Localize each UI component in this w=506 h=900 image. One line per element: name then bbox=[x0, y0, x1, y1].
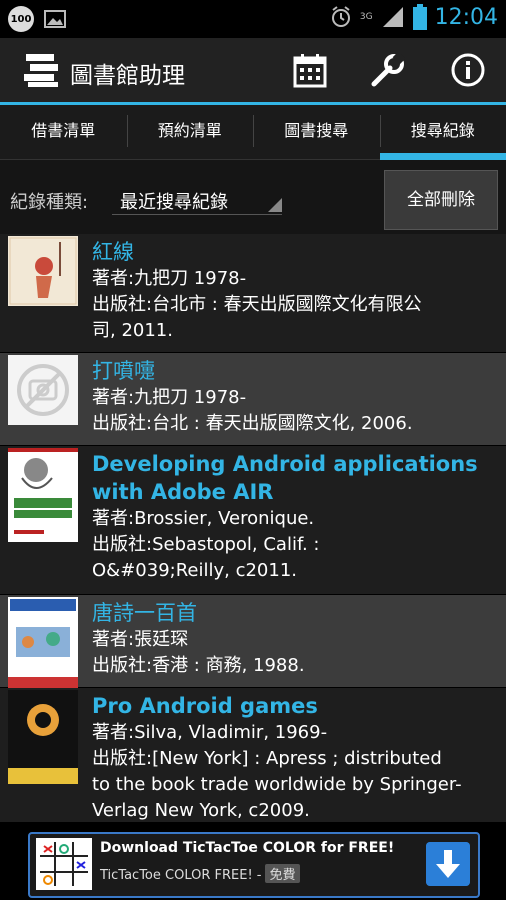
ad-banner[interactable]: Download TicTacToe COLOR for FREE! TicTa… bbox=[0, 822, 506, 900]
tictactoe-ad-icon bbox=[36, 838, 92, 890]
book-cover-image bbox=[8, 690, 78, 784]
list-item[interactable]: Developing Android applications with Ado… bbox=[0, 446, 506, 595]
book-title: Developing Android applications bbox=[92, 452, 478, 476]
tab-borrow-list[interactable]: 借書清單 bbox=[0, 105, 127, 159]
image-notification-icon bbox=[44, 10, 66, 28]
record-type-spinner[interactable]: 最近搜尋紀錄 bbox=[112, 182, 282, 215]
spinner-selected: 最近搜尋紀錄 bbox=[120, 192, 228, 213]
book-title: 紅線 bbox=[92, 240, 134, 264]
battery-100-badge: 100 bbox=[8, 6, 34, 32]
calendar-icon[interactable] bbox=[292, 52, 328, 88]
filter-bar: 紀錄種類: 最近搜尋紀錄 全部刪除 bbox=[0, 160, 506, 234]
app-title: 圖書館助理 bbox=[70, 63, 185, 89]
book-author: 著者:張廷琛 bbox=[92, 629, 189, 650]
book-author: 著者:Brossier, Veronique. bbox=[92, 508, 315, 529]
info-icon[interactable] bbox=[450, 52, 486, 88]
book-title: 打噴嚏 bbox=[92, 359, 155, 383]
spinner-arrow-icon bbox=[268, 198, 282, 212]
record-type-label: 紀錄種類: bbox=[10, 192, 89, 213]
list-item[interactable]: Pro Android games 著者:Silva, Vladimir, 19… bbox=[0, 688, 506, 822]
book-cover-image bbox=[8, 597, 78, 691]
no-cover-placeholder-icon bbox=[8, 355, 78, 425]
tab-reserve-list[interactable]: 預約清單 bbox=[126, 105, 254, 159]
book-publisher-cont: to the book trade worldwide by Springer- bbox=[92, 774, 462, 795]
book-publisher: 出版社:台北 : 春天出版國際文化, 2006. bbox=[92, 413, 413, 434]
alarm-icon bbox=[331, 6, 350, 27]
book-title: 唐詩一百首 bbox=[92, 601, 197, 625]
search-history-list: 紅線 著者:九把刀 1978- 出版社:台北市 : 春天出版國際文化有限公 司,… bbox=[0, 234, 506, 822]
list-item[interactable]: 打噴嚏 著者:九把刀 1978- 出版社:台北 : 春天出版國際文化, 2006… bbox=[0, 353, 506, 446]
book-publisher: 出版社:香港 : 商務, 1988. bbox=[92, 655, 305, 676]
tab-search-history[interactable]: 搜尋紀錄 bbox=[379, 105, 506, 160]
ad-subline: TicTacToe COLOR FREE! - 免費 bbox=[100, 864, 300, 883]
list-item[interactable]: 紅線 著者:九把刀 1978- 出版社:台北市 : 春天出版國際文化有限公 司,… bbox=[0, 234, 506, 353]
books-logo-icon[interactable] bbox=[22, 50, 62, 88]
status-bar: 100 3G 12:04 bbox=[0, 0, 506, 38]
book-author: 著者:九把刀 1978- bbox=[92, 268, 247, 289]
clock: 12:04 bbox=[434, 4, 498, 30]
book-publisher-cont: 司, 2011. bbox=[92, 320, 173, 341]
tab-bar: 借書清單 預約清單 圖書搜尋 搜尋紀錄 bbox=[0, 105, 506, 160]
book-title: Pro Android games bbox=[92, 694, 318, 718]
action-bar: 圖書館助理 bbox=[0, 38, 506, 105]
network-label: 3G bbox=[359, 12, 373, 22]
free-tag: 免費 bbox=[265, 864, 300, 883]
signal-icon bbox=[382, 7, 403, 27]
battery-icon bbox=[412, 4, 427, 30]
book-cover-image bbox=[8, 448, 78, 542]
book-publisher: 出版社:Sebastopol, Calif. : bbox=[92, 534, 320, 555]
book-author: 著者:Silva, Vladimir, 1969- bbox=[92, 722, 328, 743]
book-publisher-cont: O&#039;Reilly, c2011. bbox=[92, 560, 298, 581]
delete-all-button[interactable]: 全部刪除 bbox=[384, 170, 498, 230]
book-publisher-cont: Verlag New York, c2009. bbox=[92, 800, 310, 821]
book-publisher: 出版社:台北市 : 春天出版國際文化有限公 bbox=[92, 294, 422, 315]
download-arrow-icon[interactable] bbox=[426, 842, 470, 886]
tab-book-search[interactable]: 圖書搜尋 bbox=[253, 105, 380, 159]
ad-headline: Download TicTacToe COLOR for FREE! bbox=[100, 840, 395, 856]
book-cover-image bbox=[8, 236, 78, 306]
wrench-icon[interactable] bbox=[370, 52, 406, 88]
ad-subline-text: TicTacToe COLOR FREE! - bbox=[100, 868, 262, 883]
ad-box[interactable]: Download TicTacToe COLOR for FREE! TicTa… bbox=[28, 832, 480, 898]
book-publisher: 出版社:[New York] : Apress ; distributed bbox=[92, 748, 442, 769]
book-title-cont: with Adobe AIR bbox=[92, 480, 274, 504]
book-author: 著者:九把刀 1978- bbox=[92, 387, 247, 408]
list-item[interactable]: 唐詩一百首 著者:張廷琛 出版社:香港 : 商務, 1988. bbox=[0, 595, 506, 691]
